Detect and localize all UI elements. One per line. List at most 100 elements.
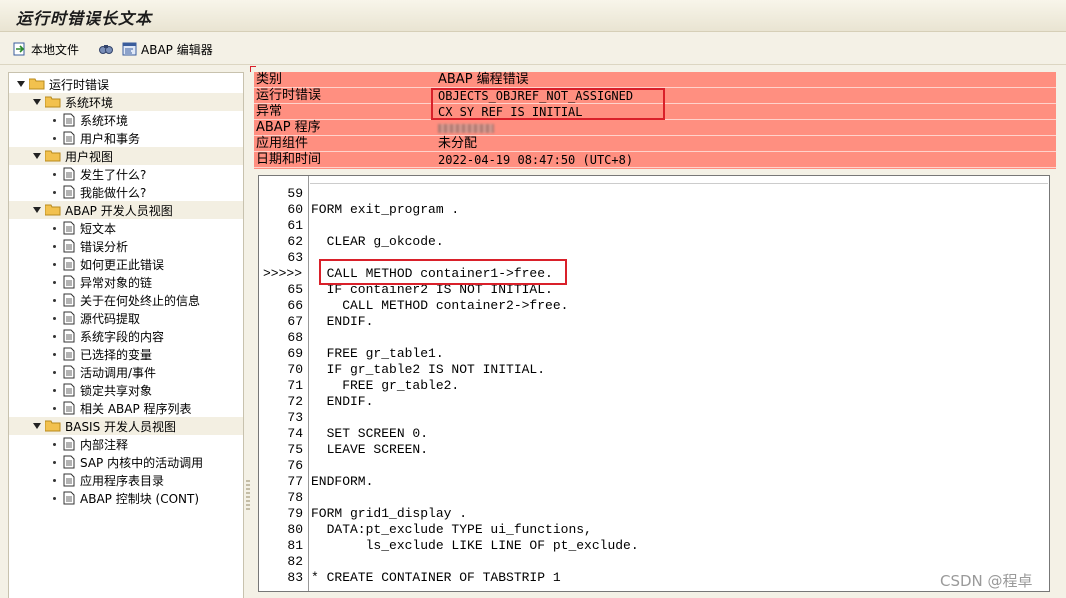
tree-item[interactable]: 相关 ABAP 程序列表 bbox=[9, 399, 243, 417]
tree-item[interactable]: 我能做什么? bbox=[9, 183, 243, 201]
tree-root-label: 运行时错误 bbox=[49, 77, 110, 92]
tree-item[interactable]: 短文本 bbox=[9, 219, 243, 237]
info-row-datetime: 日期和时间 2022-04-19 08:47:50 (UTC+8) bbox=[254, 152, 1056, 168]
abap-editor-label: ABAP 编辑器 bbox=[141, 42, 213, 57]
tree-item[interactable]: 已选择的变量 bbox=[9, 345, 243, 363]
line-number: 80 bbox=[287, 522, 303, 537]
tree-item[interactable]: 异常对象的链 bbox=[9, 273, 243, 291]
line-number: 63 bbox=[287, 250, 303, 265]
code-line: 80 DATA:pt_exclude TYPE ui_functions, bbox=[259, 522, 1049, 538]
bullet-icon bbox=[53, 370, 56, 374]
line-number: 67 bbox=[287, 314, 303, 329]
tree-item[interactable]: 用户和事务 bbox=[9, 129, 243, 147]
tree-item[interactable]: 活动调用/事件 bbox=[9, 363, 243, 381]
bullet-icon bbox=[53, 478, 56, 482]
tree-item[interactable]: 应用程序表目录 bbox=[9, 471, 243, 489]
line-number: 75 bbox=[287, 442, 303, 457]
tree-item[interactable]: SAP 内核中的活动调用 bbox=[9, 453, 243, 471]
line-number: 71 bbox=[287, 378, 303, 393]
abap-editor-button[interactable]: ABAP 编辑器 bbox=[122, 39, 213, 59]
redacted-blur bbox=[438, 124, 494, 133]
info-row-abap-program: ABAP 程序 bbox=[254, 120, 1056, 136]
code-line: 66 CALL METHOD container2->free. bbox=[259, 298, 1049, 314]
code-line: 70 IF gr_table2 IS NOT INITIAL. bbox=[259, 362, 1049, 378]
local-file-icon bbox=[13, 42, 25, 56]
tree-item-label: 已选择的变量 bbox=[80, 347, 153, 362]
bullet-icon bbox=[53, 460, 56, 464]
line-number: 73 bbox=[287, 410, 303, 425]
line-number: 69 bbox=[287, 346, 303, 361]
info-key: 异常 bbox=[256, 104, 283, 119]
line-number: 74 bbox=[287, 426, 303, 441]
info-key: 类别 bbox=[256, 72, 283, 87]
info-value: 未分配 bbox=[438, 136, 478, 151]
line-text: FREE gr_table1. bbox=[311, 346, 444, 361]
document-icon bbox=[63, 329, 75, 343]
tree-item[interactable]: 发生了什么? bbox=[9, 165, 243, 183]
document-icon bbox=[63, 347, 75, 361]
line-text: SET SCREEN 0. bbox=[311, 426, 429, 441]
bullet-icon bbox=[53, 262, 56, 266]
info-value: ABAP 编程错误 bbox=[438, 72, 529, 87]
tree-group-abap-dev-view[interactable]: ABAP 开发人员视图 bbox=[9, 201, 243, 219]
error-header-info: 类别 ABAP 编程错误 运行时错误 OBJECTS_OBJREF_NOT_AS… bbox=[254, 72, 1056, 169]
tree-item[interactable]: 关于在何处终止的信息 bbox=[9, 291, 243, 309]
tree-group-basis-dev-view[interactable]: BASIS 开发人员视图 bbox=[9, 417, 243, 435]
document-icon bbox=[63, 455, 75, 469]
expand-icon[interactable] bbox=[33, 153, 41, 159]
line-number: 59 bbox=[287, 186, 303, 201]
tree-item[interactable]: 系统字段的内容 bbox=[9, 327, 243, 345]
tree-item[interactable]: 锁定共享对象 bbox=[9, 381, 243, 399]
line-text: FORM grid1_display . bbox=[311, 506, 468, 521]
tree-item-label: 相关 ABAP 程序列表 bbox=[80, 401, 192, 416]
code-line: 82 bbox=[259, 554, 1049, 570]
line-number: 81 bbox=[287, 538, 303, 553]
expand-icon[interactable] bbox=[17, 81, 25, 87]
code-line: 68 bbox=[259, 330, 1049, 346]
pane-splitter[interactable] bbox=[246, 480, 250, 510]
tree-item[interactable]: 如何更正此错误 bbox=[9, 255, 243, 273]
tree-item[interactable]: 错误分析 bbox=[9, 237, 243, 255]
tree-item[interactable]: ABAP 控制块 (CONT) bbox=[9, 489, 243, 507]
folder-open-icon bbox=[29, 78, 45, 90]
highlight-box-code bbox=[319, 259, 567, 285]
document-icon bbox=[63, 221, 75, 235]
local-file-button[interactable]: 本地文件 bbox=[12, 39, 79, 59]
bullet-icon bbox=[53, 244, 56, 248]
bullet-icon bbox=[53, 406, 56, 410]
tree-root[interactable]: 运行时错误 bbox=[9, 75, 243, 93]
info-value: 2022-04-19 08:47:50 (UTC+8) bbox=[438, 153, 634, 167]
info-value-redacted bbox=[438, 120, 494, 137]
tree-group-system-env[interactable]: 系统环境 bbox=[9, 93, 243, 111]
title-bar: 运行时错误长文本 bbox=[0, 0, 1066, 32]
line-text: ENDFORM. bbox=[311, 474, 374, 489]
tree-group-label: BASIS 开发人员视图 bbox=[65, 419, 177, 434]
tree-item-label: 源代码提取 bbox=[80, 311, 141, 326]
document-icon bbox=[63, 275, 75, 289]
tree-group-user-view[interactable]: 用户视图 bbox=[9, 147, 243, 165]
tree-item[interactable]: 内部注释 bbox=[9, 435, 243, 453]
folder-open-icon bbox=[45, 96, 61, 108]
window-title: 运行时错误长文本 bbox=[16, 9, 153, 28]
document-icon bbox=[63, 239, 75, 253]
local-file-label: 本地文件 bbox=[31, 42, 80, 57]
code-line: 61 bbox=[259, 218, 1049, 234]
tree-item-label: 异常对象的链 bbox=[80, 275, 153, 290]
tree-item-label: 关于在何处终止的信息 bbox=[80, 293, 201, 308]
tree-item[interactable]: 源代码提取 bbox=[9, 309, 243, 327]
line-text: ENDIF. bbox=[311, 394, 374, 409]
tree-item-label: 用户和事务 bbox=[80, 131, 141, 146]
code-top-rule bbox=[310, 183, 1048, 184]
expand-icon[interactable] bbox=[33, 99, 41, 105]
document-icon bbox=[63, 185, 75, 199]
expand-icon[interactable] bbox=[33, 207, 41, 213]
line-text: CALL METHOD container2->free. bbox=[311, 298, 569, 313]
tree-item-label: 我能做什么? bbox=[80, 185, 147, 200]
info-key: 运行时错误 bbox=[256, 88, 322, 103]
bullet-icon bbox=[53, 442, 56, 446]
search-button[interactable] bbox=[98, 39, 114, 59]
scrollbar[interactable] bbox=[1050, 175, 1056, 592]
code-line: 74 SET SCREEN 0. bbox=[259, 426, 1049, 442]
tree-item[interactable]: 系统环境 bbox=[9, 111, 243, 129]
expand-icon[interactable] bbox=[33, 423, 41, 429]
